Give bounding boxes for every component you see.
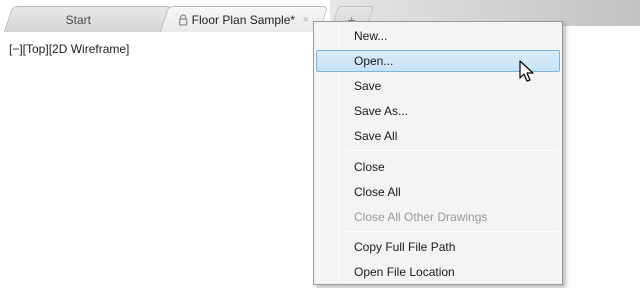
tab-floor-plan-label: Floor Plan Sample* [191, 12, 296, 27]
menu-item-save-as[interactable]: Save As... [316, 100, 560, 122]
menu-item-close-all-other-drawings: Close All Other Drawings [354, 210, 488, 224]
viewport-controls-label[interactable]: [−][Top][2D Wireframe] [9, 42, 129, 56]
tab-close-icon[interactable]: × [303, 14, 309, 26]
menu-item-open-file-location[interactable]: Open File Location [316, 261, 560, 283]
menu-item-copy-full-file-path[interactable]: Copy Full File Path [316, 236, 560, 258]
lock-icon [179, 13, 188, 26]
menu-item-new[interactable]: New... [316, 25, 560, 47]
menu-item-close-all[interactable]: Close All [316, 181, 560, 203]
menu-separator [346, 231, 558, 232]
tab-start-label: Start [65, 12, 92, 27]
menu-separator [346, 150, 558, 151]
menu-item-close[interactable]: Close [316, 156, 560, 178]
menu-item-save-all[interactable]: Save All [316, 125, 560, 147]
tab-floor-plan-sample[interactable]: Floor Plan Sample* × [159, 6, 329, 32]
tab-start[interactable]: Start [3, 6, 173, 32]
arrow-cursor-icon [519, 60, 534, 82]
